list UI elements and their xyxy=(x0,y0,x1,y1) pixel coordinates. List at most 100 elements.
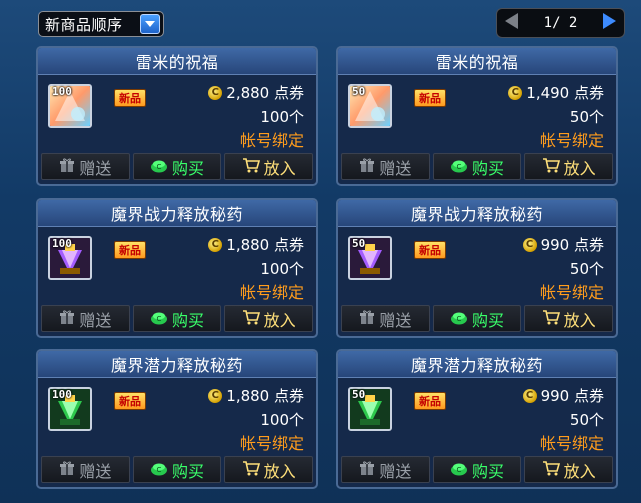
add-to-cart-button[interactable]: 放入 xyxy=(224,305,314,332)
next-page-icon[interactable] xyxy=(599,11,619,35)
item-price: C 990 点券 xyxy=(522,385,604,406)
coin-bag-icon: C xyxy=(450,309,468,329)
item-title: 雷米的祝福 xyxy=(338,48,616,75)
page-indicator: 1/ 2 xyxy=(543,15,578,31)
new-badge: 新品 xyxy=(114,89,146,107)
item-bind-status: 帐号绑定 xyxy=(539,434,604,453)
item-count: 50个 xyxy=(569,260,604,278)
coin-bag-icon: C xyxy=(150,157,168,177)
item-price-text: 990 点券 xyxy=(540,236,604,254)
buy-button[interactable]: C 购买 xyxy=(132,153,222,180)
buy-button[interactable]: C 购买 xyxy=(432,153,522,180)
item-actions: 赠送 C 购买 放入 xyxy=(341,153,614,180)
cart-label: 放入 xyxy=(563,461,596,481)
new-badge: 新品 xyxy=(114,392,146,410)
svg-text:C: C xyxy=(457,163,462,171)
gift-button[interactable]: 赠送 xyxy=(41,153,130,180)
add-to-cart-button[interactable]: 放入 xyxy=(224,153,314,180)
gift-icon xyxy=(59,309,75,329)
add-to-cart-button[interactable]: 放入 xyxy=(524,153,614,180)
gift-label: 赠送 xyxy=(79,461,112,481)
cart-label: 放入 xyxy=(263,461,296,481)
gift-button[interactable]: 赠送 xyxy=(341,153,430,180)
item-title: 魔界潜力释放秘药 xyxy=(338,351,616,378)
item-count: 100个 xyxy=(260,108,304,126)
item-qty-badge: 100 xyxy=(52,388,72,401)
item-price: C 990 点券 xyxy=(522,234,604,255)
buy-button[interactable]: C 购买 xyxy=(132,305,222,332)
cart-icon xyxy=(242,460,260,480)
buy-label: 购买 xyxy=(172,461,205,481)
svg-text:C: C xyxy=(157,315,162,323)
shop-item-card-3: 魔界战力释放秘药 100 新品 C 1,880 点券 100个 帐号绑定 赠送 … xyxy=(36,198,318,338)
gift-label: 赠送 xyxy=(379,310,412,330)
gift-label: 赠送 xyxy=(79,158,112,178)
cart-icon xyxy=(542,157,560,177)
gift-button[interactable]: 赠送 xyxy=(41,456,130,483)
shop-item-card-1: 雷米的祝福 100 新品 C 2,880 点券 100个 帐号绑定 赠送 C 购… xyxy=(36,46,318,186)
item-bind-status: 帐号绑定 xyxy=(539,283,604,302)
coin-bag-icon: C xyxy=(450,157,468,177)
shop-item-card-5: 魔界潜力释放秘药 100 新品 C 1,880 点券 100个 帐号绑定 赠送 … xyxy=(36,349,318,489)
item-title: 雷米的祝福 xyxy=(38,48,316,75)
gift-icon xyxy=(359,460,375,480)
cart-label: 放入 xyxy=(563,158,596,178)
gift-button[interactable]: 赠送 xyxy=(41,305,130,332)
chevron-down-icon[interactable] xyxy=(140,14,160,34)
new-badge: 新品 xyxy=(414,241,446,259)
item-count: 100个 xyxy=(260,411,304,429)
item-price-text: 1,490 点券 xyxy=(526,84,604,102)
gift-button[interactable]: 赠送 xyxy=(341,305,430,332)
sort-order-label: 新商品顺序 xyxy=(45,15,123,34)
new-badge: 新品 xyxy=(414,392,446,410)
coupon-coin-icon: C xyxy=(208,237,223,252)
item-price: C 1,880 点券 xyxy=(208,234,304,255)
cart-icon xyxy=(542,309,560,329)
new-badge: 新品 xyxy=(414,89,446,107)
coin-bag-icon: C xyxy=(150,309,168,329)
item-count: 50个 xyxy=(569,108,604,126)
gift-icon xyxy=(59,157,75,177)
gift-icon xyxy=(59,460,75,480)
buy-label: 购买 xyxy=(472,461,505,481)
buy-button[interactable]: C 购买 xyxy=(132,456,222,483)
coupon-coin-icon: C xyxy=(208,388,223,403)
cart-icon xyxy=(542,460,560,480)
shop-item-card-6: 魔界潜力释放秘药 50 新品 C 990 点券 50个 帐号绑定 赠送 C 购买 xyxy=(336,349,618,489)
item-qty-badge: 50 xyxy=(352,85,366,98)
item-count: 50个 xyxy=(569,411,604,429)
coupon-coin-icon: C xyxy=(522,237,537,252)
coin-bag-icon: C xyxy=(450,460,468,480)
add-to-cart-button[interactable]: 放入 xyxy=(524,456,614,483)
gift-button[interactable]: 赠送 xyxy=(341,456,430,483)
item-bind-status: 帐号绑定 xyxy=(239,283,304,302)
gift-label: 赠送 xyxy=(379,461,412,481)
prev-page-icon[interactable] xyxy=(502,11,522,35)
item-price-text: 1,880 点券 xyxy=(226,236,304,254)
buy-button[interactable]: C 购买 xyxy=(432,305,522,332)
buy-button[interactable]: C 购买 xyxy=(432,456,522,483)
cart-icon xyxy=(242,309,260,329)
coupon-coin-icon: C xyxy=(522,388,537,403)
item-price-text: 990 点券 xyxy=(540,387,604,405)
gift-label: 赠送 xyxy=(79,310,112,330)
item-qty-badge: 100 xyxy=(52,85,72,98)
buy-label: 购买 xyxy=(472,310,505,330)
gift-icon xyxy=(359,157,375,177)
item-actions: 赠送 C 购买 放入 xyxy=(41,153,314,180)
item-qty-badge: 50 xyxy=(352,237,366,250)
item-actions: 赠送 C 购买 放入 xyxy=(41,456,314,483)
item-bind-status: 帐号绑定 xyxy=(239,131,304,150)
gift-icon xyxy=(359,309,375,329)
new-badge: 新品 xyxy=(114,241,146,259)
svg-text:C: C xyxy=(157,163,162,171)
item-actions: 赠送 C 购买 放入 xyxy=(41,305,314,332)
cart-label: 放入 xyxy=(563,310,596,330)
coin-bag-icon: C xyxy=(150,460,168,480)
item-price: C 2,880 点券 xyxy=(208,82,304,103)
item-price-text: 1,880 点券 xyxy=(226,387,304,405)
item-actions: 赠送 C 购买 放入 xyxy=(341,456,614,483)
add-to-cart-button[interactable]: 放入 xyxy=(224,456,314,483)
add-to-cart-button[interactable]: 放入 xyxy=(524,305,614,332)
sort-order-dropdown[interactable]: 新商品顺序 xyxy=(38,11,164,37)
